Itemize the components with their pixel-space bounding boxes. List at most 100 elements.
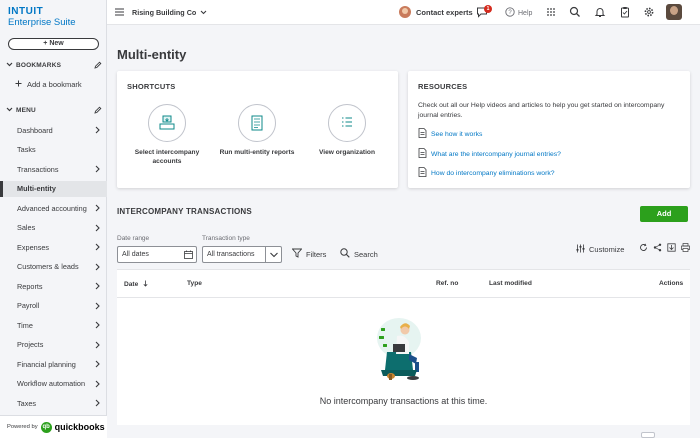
column-header-actions: Actions: [659, 280, 684, 287]
column-header-date[interactable]: Date: [124, 280, 148, 289]
sidebar-item-tasks[interactable]: Tasks: [0, 142, 107, 158]
sidebar-item-label: Advanced accounting: [17, 203, 87, 213]
sidebar-item-time[interactable]: Time: [0, 317, 107, 333]
quickbooks-wordmark: quickbooks: [54, 422, 105, 432]
contact-experts-label: Contact experts: [416, 7, 473, 17]
powered-by-label: Powered by: [7, 424, 38, 430]
sidebar-item-sales[interactable]: Sales: [0, 220, 107, 236]
shortcut-view-organization[interactable]: View organization: [307, 104, 387, 157]
share-icon[interactable]: [653, 243, 662, 252]
company-name: Rising Building Co: [132, 8, 197, 17]
brand-logo[interactable]: INTUIT Enterprise Suite: [8, 6, 76, 29]
date-range-value: All dates: [122, 251, 149, 258]
sidebar-item-payroll[interactable]: Payroll: [0, 298, 107, 314]
resource-link-label: See how it works: [431, 130, 483, 138]
shortcut-run-multi-entity-reports[interactable]: Run multi-entity reports: [217, 104, 297, 157]
search-icon: [340, 248, 350, 260]
shortcut-label: Select intercompany accounts: [134, 149, 200, 165]
date-range-select[interactable]: All dates: [117, 246, 197, 263]
transaction-type-label: Transaction type: [202, 235, 250, 242]
sidebar-item-transactions[interactable]: Transactions: [0, 161, 107, 177]
sidebar-item-customers-leads[interactable]: Customers & leads: [0, 259, 107, 275]
chevron-right-icon: [94, 165, 101, 173]
help-icon: ?: [505, 7, 515, 19]
chevron-right-icon: [94, 341, 101, 349]
add-bookmark-button[interactable]: Add a bookmark: [15, 80, 82, 89]
column-header-type[interactable]: Type: [187, 280, 202, 287]
document-icon: [418, 128, 427, 140]
pencil-icon[interactable]: [94, 106, 102, 114]
filters-button[interactable]: Filters: [291, 248, 327, 260]
add-button[interactable]: Add: [640, 206, 688, 222]
chevron-right-icon: [94, 380, 101, 388]
user-avatar[interactable]: [666, 4, 682, 20]
transactions-table: Date Type Ref. no Last modified Actions …: [117, 269, 690, 425]
search-icon[interactable]: [569, 6, 581, 18]
transaction-type-select[interactable]: All transactions: [202, 246, 282, 263]
chevron-right-icon: [94, 360, 101, 368]
column-header-last-modified[interactable]: Last modified: [489, 280, 532, 287]
resource-link-label: What are the intercompany journal entrie…: [431, 150, 561, 158]
menu-header[interactable]: MENU: [6, 107, 36, 114]
sidebar-item-reports[interactable]: Reports: [0, 278, 107, 294]
column-header-ref-no[interactable]: Ref. no: [436, 280, 458, 287]
bell-icon[interactable]: [594, 6, 606, 18]
brand-line1: INTUIT: [8, 6, 44, 17]
export-icon[interactable]: [667, 243, 676, 252]
shortcut-select-intercompany-accounts[interactable]: Select intercompany accounts: [127, 104, 207, 166]
sidebar-item-projects[interactable]: Projects: [0, 337, 107, 353]
help-button[interactable]: ? Help: [505, 7, 532, 19]
customize-button[interactable]: Customize: [576, 244, 624, 255]
clipboard-icon[interactable]: [619, 6, 631, 18]
sidebar-item-label: Expenses: [17, 242, 50, 252]
resource-link[interactable]: See how it works: [418, 128, 482, 140]
powered-by-quickbooks: Powered by qb quickbooks: [0, 415, 107, 438]
chevron-right-icon: [94, 263, 101, 271]
chevron-down-icon: [200, 8, 207, 17]
filters-label: Filters: [306, 249, 327, 259]
new-button[interactable]: + New: [8, 38, 99, 50]
empty-state-message: No intercompany transactions at this tim…: [319, 396, 488, 406]
resource-link[interactable]: What are the intercompany journal entrie…: [418, 148, 561, 160]
sidebar-item-multi-entity[interactable]: Multi-entity: [0, 180, 107, 197]
sidebar-item-advanced-accounting[interactable]: Advanced accounting: [0, 200, 107, 216]
bookmarks-header[interactable]: BOOKMARKS: [6, 62, 61, 69]
organization-list-icon: [328, 104, 366, 142]
sidebar-item-label: Dashboard: [17, 125, 53, 135]
plus-icon: [15, 80, 22, 89]
refresh-icon[interactable]: [639, 243, 648, 252]
resources-title: RESOURCES: [418, 82, 468, 91]
print-icon[interactable]: [681, 243, 690, 252]
contact-experts-button[interactable]: Contact experts: [399, 6, 473, 18]
hamburger-menu-icon[interactable]: [115, 8, 124, 16]
shortcut-label: View organization: [319, 149, 375, 156]
chevron-right-icon: [94, 243, 101, 251]
pencil-icon[interactable]: [94, 61, 102, 69]
scroll-control[interactable]: [641, 432, 655, 438]
sidebar-item-dashboard[interactable]: Dashboard: [0, 122, 107, 138]
sidebar-item-workflow-automation[interactable]: Workflow automation: [0, 376, 107, 392]
sidebar-item-label: Financial planning: [17, 359, 76, 369]
page-title: Multi-entity: [117, 47, 187, 62]
sidebar-item-label: Customers & leads: [17, 262, 79, 271]
column-header-label: Date: [124, 281, 139, 288]
sidebar-item-financial-planning[interactable]: Financial planning: [0, 356, 107, 372]
chevron-down-icon: [6, 62, 16, 69]
apps-grid-icon[interactable]: [545, 6, 557, 18]
shortcuts-card: SHORTCUTS Select intercompany accounts R…: [117, 71, 398, 188]
report-icon: [238, 104, 276, 142]
sidebar-item-taxes[interactable]: Taxes: [0, 395, 107, 411]
menu-header-label: MENU: [16, 107, 36, 114]
resources-card: RESOURCES Check out all our Help videos …: [408, 71, 690, 188]
sidebar-item-label: Tasks: [17, 145, 36, 154]
sidebar-item-label: Taxes: [17, 398, 37, 408]
resource-link[interactable]: How do intercompany eliminations work?: [418, 167, 555, 179]
sidebar-item-label: Sales: [17, 223, 36, 232]
sidebar-item-expenses[interactable]: Expenses: [0, 239, 107, 255]
search-button[interactable]: Search: [340, 248, 378, 260]
company-switcher[interactable]: Rising Building Co: [132, 8, 207, 17]
resources-description: Check out all our Help videos and articl…: [418, 102, 665, 119]
gear-icon[interactable]: [643, 6, 655, 18]
chevron-right-icon: [94, 399, 101, 407]
document-icon: [418, 167, 427, 179]
